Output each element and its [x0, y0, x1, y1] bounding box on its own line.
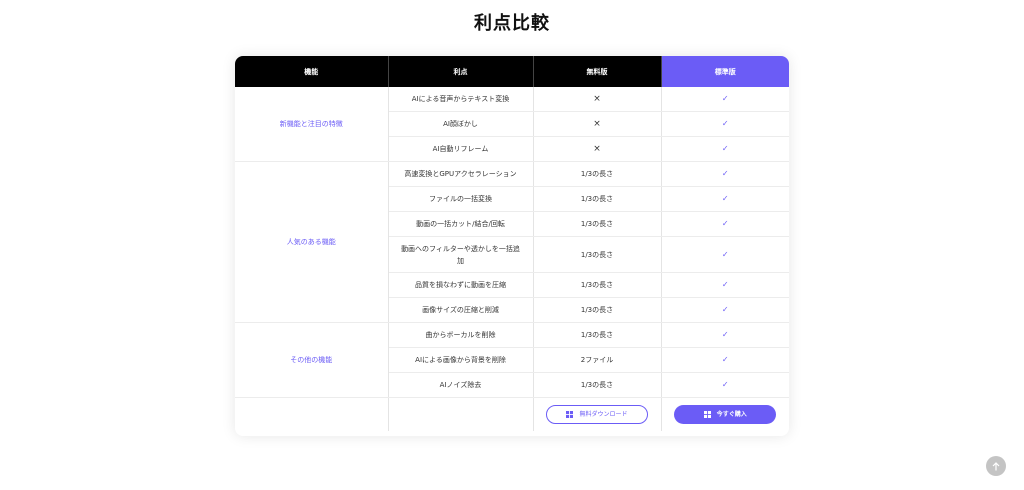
- feature-cell: AI自動リフレーム: [388, 136, 534, 162]
- table-row: 人気のある機能 高速変換とGPUアクセラレーション 1/3の長さ ✓: [235, 161, 789, 323]
- feature-cell: AIによる画像から背景を削除: [388, 347, 534, 373]
- free-value-cell: 1/3の長さ: [533, 297, 662, 323]
- free-value-cell: 1/3の長さ: [533, 272, 662, 298]
- category-other-features: その他の機能: [235, 322, 389, 398]
- empty-cell: [235, 397, 389, 431]
- free-download-label: 無料ダウンロード: [579, 410, 628, 418]
- feature-cell: 高速変換とGPUアクセラレーション: [388, 161, 534, 187]
- free-value-cell: 1/3の長さ: [533, 186, 662, 212]
- free-value-cell: 1/3の長さ: [533, 322, 662, 348]
- standard-check-cell: ✓: [661, 87, 789, 112]
- free-value-cell: ×: [533, 87, 662, 112]
- standard-check-cell: ✓: [661, 236, 789, 273]
- free-value-cell: 1/3の長さ: [533, 211, 662, 237]
- standard-check-cell: ✓: [661, 322, 789, 348]
- scroll-to-top-button[interactable]: [986, 456, 1006, 476]
- table-header-row: 機能 利点 無料版 標準版: [235, 56, 789, 87]
- standard-check-cell: ✓: [661, 211, 789, 237]
- category-popular-features: 人気のある機能: [235, 161, 389, 323]
- feature-cell: AIノイズ除去: [388, 372, 534, 398]
- free-value-cell: 2ファイル: [533, 347, 662, 373]
- comparison-table-card: 機能 利点 無料版 標準版 新機能と注目の特徴 AIによる音声からテキスト変換 …: [235, 56, 789, 436]
- comparison-table: 機能 利点 無料版 標準版 新機能と注目の特徴 AIによる音声からテキスト変換 …: [235, 56, 789, 431]
- standard-check-cell: ✓: [661, 372, 789, 398]
- standard-check-cell: ✓: [661, 347, 789, 373]
- header-free: 無料版: [533, 56, 662, 87]
- button-row: 無料ダウンロード 今すぐ購入: [235, 397, 789, 432]
- feature-cell: 品質を損なわずに動画を圧縮: [388, 272, 534, 298]
- arrow-up-icon: [992, 461, 1000, 470]
- windows-icon: [703, 411, 711, 418]
- category-new-features: 新機能と注目の特徴: [235, 87, 389, 162]
- feature-cell: AIによる音声からテキスト変換: [388, 87, 534, 112]
- empty-cell: [388, 397, 534, 431]
- standard-check-cell: ✓: [661, 272, 789, 298]
- header-benefit: 利点: [388, 56, 534, 87]
- free-download-cell: 無料ダウンロード: [533, 397, 662, 431]
- feature-cell: AI顔ぼかし: [388, 111, 534, 137]
- free-download-button[interactable]: 無料ダウンロード: [546, 405, 648, 424]
- free-value-cell: ×: [533, 136, 662, 162]
- feature-cell: 動画へのフィルターや透かしを一括追加: [388, 236, 534, 273]
- free-value-cell: ×: [533, 111, 662, 137]
- standard-check-cell: ✓: [661, 186, 789, 212]
- buy-now-label: 今すぐ購入: [716, 410, 747, 418]
- standard-check-cell: ✓: [661, 111, 789, 137]
- buy-now-button[interactable]: 今すぐ購入: [674, 405, 777, 424]
- free-value-cell: 1/3の長さ: [533, 236, 662, 273]
- table-row: その他の機能 曲からボーカルを削除 1/3の長さ ✓: [235, 322, 789, 398]
- free-value-cell: 1/3の長さ: [533, 372, 662, 398]
- windows-icon: [566, 411, 574, 418]
- header-standard: 標準版: [661, 56, 789, 87]
- feature-cell: 曲からボーカルを削除: [388, 322, 534, 348]
- page-title: 利点比較: [474, 13, 550, 34]
- free-value-cell: 1/3の長さ: [533, 161, 662, 187]
- feature-cell: ファイルの一括変換: [388, 186, 534, 212]
- header-feature: 機能: [235, 56, 389, 87]
- feature-cell: 動画の一括カット/結合/回転: [388, 211, 534, 237]
- buy-now-cell: 今すぐ購入: [661, 398, 789, 432]
- standard-check-cell: ✓: [661, 136, 789, 162]
- standard-check-cell: ✓: [661, 297, 789, 323]
- feature-cell: 画像サイズの圧縮と削減: [388, 297, 534, 323]
- table-row: 新機能と注目の特徴 AIによる音声からテキスト変換 × ✓: [235, 87, 789, 162]
- standard-check-cell: ✓: [661, 161, 789, 187]
